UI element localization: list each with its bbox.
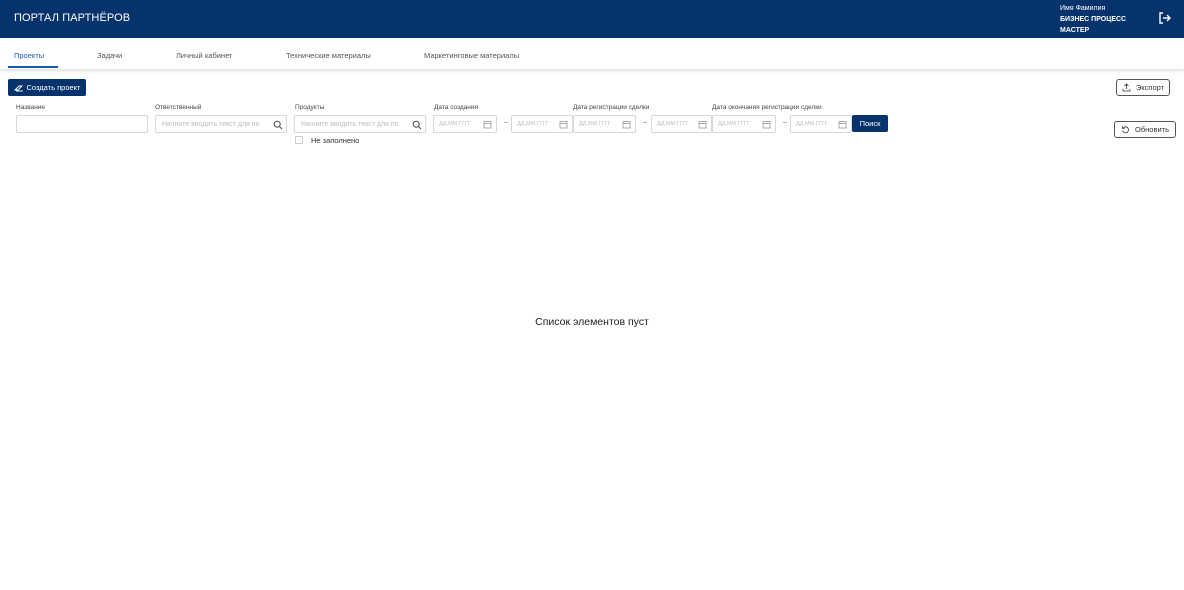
portal-title: ПОРТАЛ ПАРТНЁРОВ (14, 12, 131, 24)
created-date-from[interactable]: ДД.ММ.ГГГГ (433, 115, 497, 133)
registration-date-from[interactable]: ДД.ММ.ГГГГ (573, 115, 636, 133)
empty-list-message: Список элементов пуст (535, 316, 649, 328)
tab-projects[interactable]: Проекты (14, 51, 44, 60)
refresh-button[interactable]: Обновить (1114, 121, 1176, 138)
calendar-icon[interactable] (762, 120, 771, 129)
top-header: ПОРТАЛ ПАРТНЁРОВ Имя Фамилия БИЗНЕС ПРОЦ… (0, 0, 1184, 38)
user-name: Имя Фамилия (1060, 5, 1106, 12)
products-input[interactable]: Начните вводить текст для по (294, 115, 426, 133)
export-label: Экспорт (1135, 83, 1165, 92)
name-input[interactable] (16, 115, 148, 133)
create-project-button[interactable]: Создать проект (8, 79, 86, 96)
search-icon[interactable] (273, 120, 283, 130)
products-placeholder: Начните вводить текст для по (301, 120, 399, 128)
create-project-icon (13, 85, 23, 91)
date-placeholder: ДД.ММ.ГГГГ (579, 121, 611, 127)
unfilled-checkbox-label: Не заполнено (311, 136, 360, 145)
range-separator: – (504, 119, 508, 126)
calendar-icon[interactable] (483, 120, 492, 129)
search-icon[interactable] (412, 120, 422, 130)
responsible-input[interactable]: Начните вводить текст для по (155, 115, 287, 133)
create-project-label: Создать проект (26, 83, 81, 92)
tab-tasks[interactable]: Задачи (97, 51, 122, 60)
responsible-placeholder: Начните вводить текст для по (162, 120, 260, 128)
created-date-to[interactable]: ДД.ММ.ГГГГ (511, 115, 573, 133)
tab-marketing-materials[interactable]: Маркетинговые материалы (424, 51, 519, 60)
search-button[interactable]: Поиск (852, 115, 888, 132)
created-date-label: Дата создания (434, 104, 479, 111)
unfilled-products-checkbox[interactable] (295, 136, 303, 144)
export-icon (1122, 83, 1131, 92)
export-button[interactable]: Экспорт (1116, 79, 1170, 96)
date-placeholder: ДД.ММ.ГГГГ (517, 121, 549, 127)
user-role-line2: МАСТЕР (1060, 27, 1090, 34)
registration-end-date-to[interactable]: ДД.ММ.ГГГГ (790, 115, 852, 133)
name-filter-label: Название (16, 104, 46, 111)
search-button-label: Поиск (859, 119, 881, 128)
active-tab-indicator (8, 66, 58, 68)
products-filter-label: Продукты (295, 104, 325, 111)
responsible-filter-label: Ответственный (155, 104, 202, 111)
calendar-icon[interactable] (622, 120, 631, 129)
tab-technical-materials[interactable]: Технические материалы (286, 51, 371, 60)
user-info: Имя Фамилия БИЗНЕС ПРОЦЕСС МАСТЕР (1060, 3, 1126, 36)
range-separator: – (783, 119, 787, 126)
tab-personal-cabinet[interactable]: Личный кабинет (176, 51, 232, 60)
main-tabs: Проекты Задачи Личный кабинет Технически… (0, 38, 1184, 69)
deal-registration-end-date-label: Дата окончания регистрации сделки (712, 104, 822, 111)
date-placeholder: ДД.ММ.ГГГГ (657, 121, 689, 127)
logout-icon[interactable] (1157, 11, 1171, 25)
calendar-icon[interactable] (559, 120, 568, 129)
refresh-icon (1122, 126, 1129, 134)
date-placeholder: ДД.ММ.ГГГГ (796, 121, 828, 127)
refresh-label: Обновить (1135, 125, 1169, 134)
registration-date-to[interactable]: ДД.ММ.ГГГГ (651, 115, 712, 133)
range-separator: – (643, 119, 647, 126)
date-placeholder: ДД.ММ.ГГГГ (439, 121, 471, 127)
calendar-icon[interactable] (838, 120, 847, 129)
user-role-line1: БИЗНЕС ПРОЦЕСС (1060, 16, 1127, 23)
deal-registration-date-label: Дата регистрации сделки (573, 104, 650, 111)
calendar-icon[interactable] (698, 120, 707, 129)
date-placeholder: ДД.ММ.ГГГГ (718, 121, 750, 127)
registration-end-date-from[interactable]: ДД.ММ.ГГГГ (712, 115, 776, 133)
